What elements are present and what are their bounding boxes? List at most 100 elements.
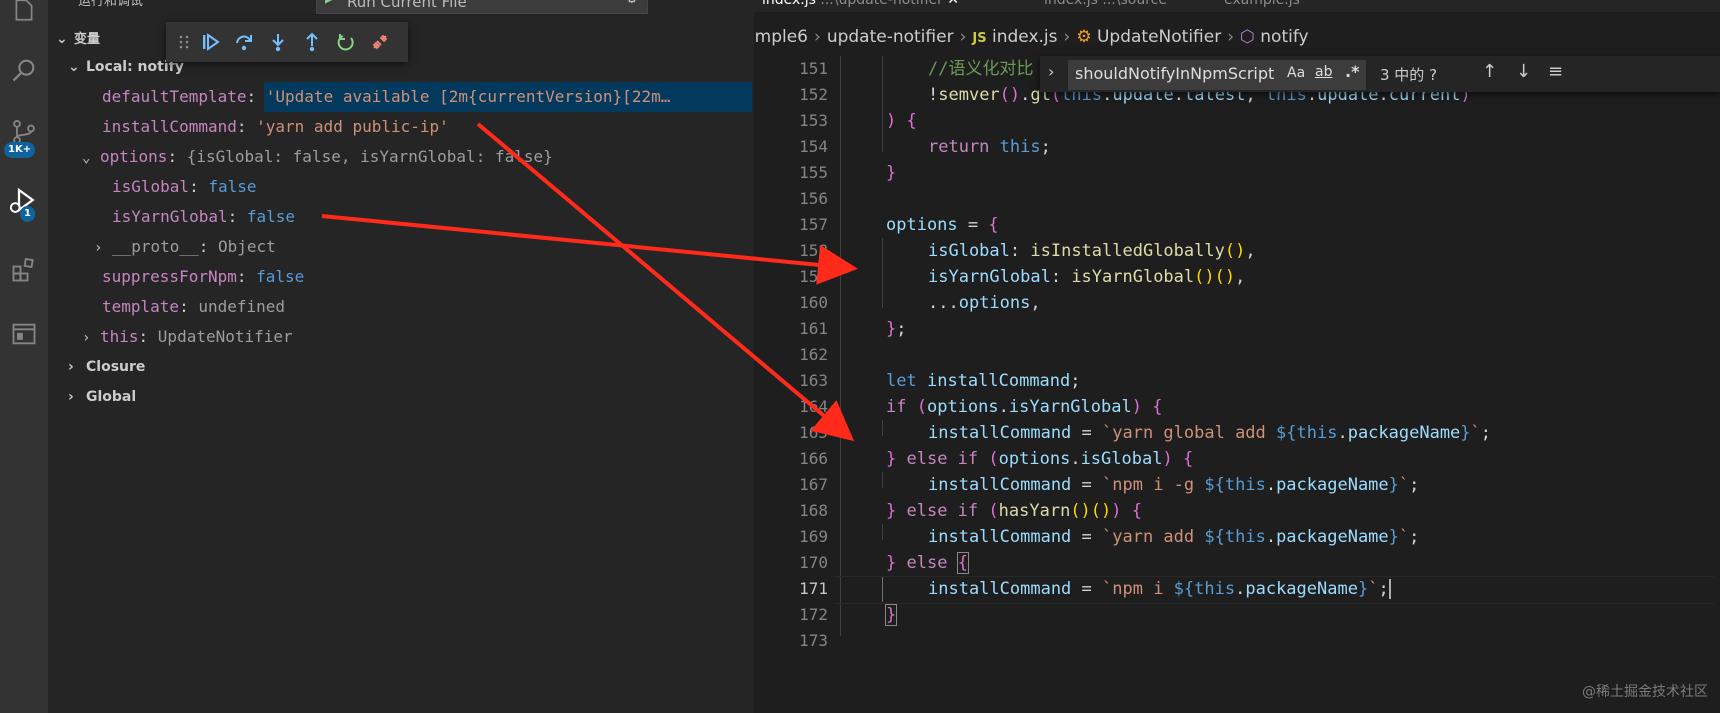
var-proto[interactable]: › __proto__: Object — [94, 232, 276, 262]
line-number: 172 — [754, 602, 828, 628]
find-in-selection-icon[interactable]: ≡ — [1548, 61, 1563, 82]
line-number: 171 — [754, 576, 828, 602]
closure-scope[interactable]: › Closure — [68, 352, 145, 382]
editor-tabs: index.js ...\update-notifier ✕ index.js … — [754, 0, 1720, 12]
method-icon: ⬡ — [1240, 27, 1255, 47]
line-number: 166 — [754, 446, 828, 472]
line-number: 163 — [754, 368, 828, 394]
code-line: ) { — [886, 108, 917, 134]
close-icon[interactable]: ✕ — [947, 0, 959, 8]
code-line: } — [886, 160, 896, 186]
code-line: let installCommand; — [886, 368, 1081, 394]
code-line: } else if (hasYarn()()) { — [886, 498, 1142, 524]
grip-icon[interactable] — [172, 30, 196, 54]
js-file-icon: JS — [972, 31, 986, 46]
line-number: 164 — [754, 394, 828, 420]
line-number: 161 — [754, 316, 828, 342]
line-number: 153 — [754, 108, 828, 134]
breadcrumb-item[interactable]: notify — [1260, 27, 1308, 47]
line-number: 168 — [754, 498, 828, 524]
line-number: 156 — [754, 186, 828, 212]
gear-icon[interactable]: ⚙ — [626, 0, 638, 7]
variables-section-header[interactable]: ⌄ 变量 — [56, 28, 100, 47]
var-this[interactable]: › this: UpdateNotifier — [82, 322, 293, 352]
find-result-count: 3 中的 ? — [1380, 64, 1437, 85]
code-comment: //语义化对比 — [928, 56, 1033, 82]
chevron-right-icon[interactable]: › — [82, 323, 100, 353]
step-into-icon[interactable] — [266, 30, 290, 54]
chevron-right-icon[interactable]: › — [1048, 62, 1054, 81]
code-line: installCommand = `yarn global add ${this… — [928, 420, 1491, 446]
previous-match-icon[interactable]: ↑ — [1482, 61, 1497, 82]
whole-word-toggle[interactable]: ab — [1315, 64, 1332, 80]
line-number: 159 — [754, 264, 828, 290]
editor-area: index.js ...\update-notifier ✕ index.js … — [754, 0, 1720, 713]
scm-badge: 1K+ — [4, 142, 35, 158]
line-number: 173 — [754, 628, 828, 654]
line-number: 170 — [754, 550, 828, 576]
step-out-icon[interactable] — [300, 30, 324, 54]
line-number: 157 — [754, 212, 828, 238]
regex-toggle[interactable]: .* — [1345, 62, 1359, 81]
code-line: if (options.isYarnGlobal) { — [886, 394, 1162, 420]
var-is-global[interactable]: isGlobal: false — [112, 172, 257, 202]
var-default-template[interactable]: defaultTemplate: 'Update available [2m{… — [102, 82, 670, 112]
search-icon[interactable] — [0, 46, 48, 94]
line-number: 162 — [754, 342, 828, 368]
code-line: installCommand = `npm i -g ${this.packag… — [928, 472, 1419, 498]
side-panel-titlebar: 运行和调试 ▶ Run Current File ⚙ — [48, 0, 754, 14]
breadcrumb-item[interactable]: example6 — [754, 27, 808, 47]
step-over-icon[interactable] — [232, 30, 256, 54]
extensions-icon[interactable] — [0, 246, 48, 294]
code-line: } — [886, 602, 896, 628]
chevron-right-icon[interactable]: › — [68, 352, 86, 382]
breadcrumb-item[interactable]: index.js — [992, 27, 1058, 47]
breadcrumb-item[interactable]: update-notifier — [827, 27, 954, 47]
match-case-toggle[interactable]: Aa — [1287, 65, 1305, 81]
find-widget: › shouldNotifyInNpmScript Aa ab .* 3 中的 … — [1040, 56, 1720, 92]
continue-icon[interactable] — [198, 30, 222, 54]
tab-index-js-active[interactable]: index.js ...\update-notifier ✕ — [762, 0, 959, 12]
next-match-icon[interactable]: ↓ — [1516, 61, 1531, 82]
tab-example-js[interactable]: example.js — [1224, 0, 1300, 12]
code-line: installCommand = `yarn add ${this.packag… — [928, 524, 1419, 550]
var-is-yarn-global[interactable]: isYarnGlobal: false — [112, 202, 295, 232]
code-line: }; — [886, 316, 907, 342]
activity-bar: 1K+ 1 — [0, 0, 48, 713]
line-number: 154 — [754, 134, 828, 160]
code-line: options = { — [886, 212, 999, 238]
code-line: ...options, — [928, 290, 1041, 316]
var-options[interactable]: ⌄ options: {isGlobal: false, isYarnGlobal… — [82, 142, 553, 172]
panel-title: 运行和调试 — [78, 0, 143, 9]
tab-index-js-source[interactable]: index.js ...\source — [1044, 0, 1167, 12]
breadcrumb: example6›update-notifier›JS index.js›⚙ U… — [754, 22, 1309, 52]
class-icon: ⚙ — [1076, 27, 1091, 47]
global-scope[interactable]: › Global — [68, 382, 136, 412]
code-line: isYarnGlobal: isYarnGlobal()(), — [928, 264, 1245, 290]
remote-explorer-icon[interactable] — [0, 310, 48, 358]
code-line: } else { — [886, 550, 968, 576]
line-number: 155 — [754, 160, 828, 186]
code-line: } else if (options.isGlobal) { — [886, 446, 1193, 472]
line-number: 160 — [754, 290, 828, 316]
restart-icon[interactable] — [334, 30, 358, 54]
line-number: 158 — [754, 238, 828, 264]
disconnect-icon[interactable] — [368, 30, 392, 54]
play-icon: ▶ — [325, 0, 335, 6]
chevron-right-icon[interactable]: › — [68, 382, 86, 412]
debug-side-panel: 运行和调试 ▶ Run Current File ⚙ ⌄变量 ⌄Local: n… — [48, 0, 754, 713]
breadcrumb-item[interactable]: UpdateNotifier — [1097, 27, 1221, 47]
debug-toolbar — [166, 22, 408, 62]
run-config-select[interactable]: ▶ Run Current File — [316, 0, 648, 14]
chevron-right-icon[interactable]: › — [94, 233, 112, 263]
chevron-down-icon[interactable]: ⌄ — [82, 143, 100, 173]
watermark: @稀土掘金技术社区 — [1582, 681, 1708, 701]
var-install-command[interactable]: installCommand: 'yarn add public-ip' — [102, 112, 449, 142]
var-suppress-for-npm[interactable]: suppressForNpm: false — [102, 262, 304, 292]
find-input[interactable]: shouldNotifyInNpmScript Aa ab .* — [1068, 60, 1366, 90]
run-config-label: Run Current File — [347, 0, 467, 11]
explorer-icon[interactable] — [0, 0, 48, 34]
line-number: 169 — [754, 524, 828, 550]
line-number: 165 — [754, 420, 828, 446]
var-template[interactable]: template: undefined — [102, 292, 285, 322]
